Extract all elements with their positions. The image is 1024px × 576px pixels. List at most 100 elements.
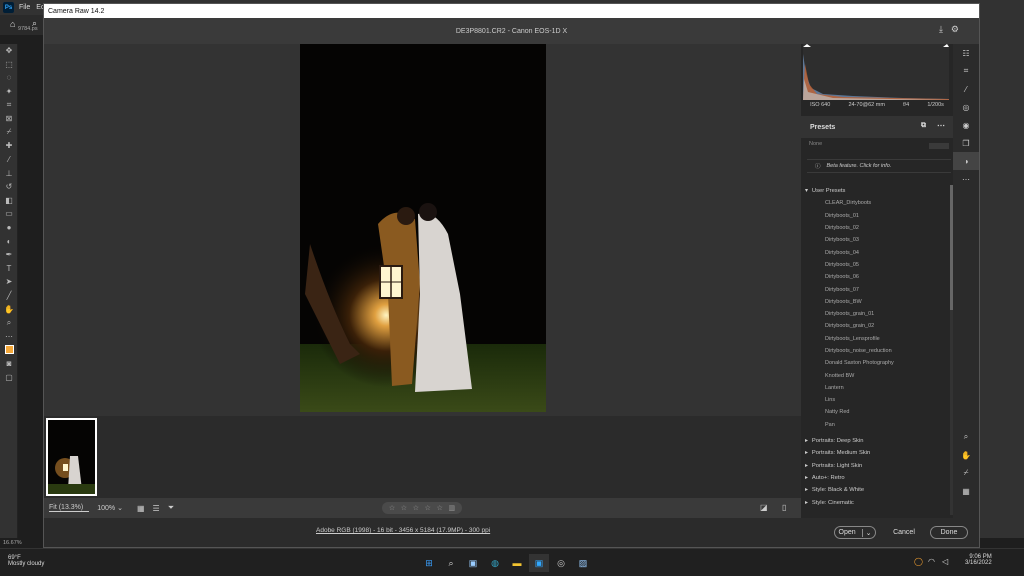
- preset-item[interactable]: Dirtyboots_04: [801, 246, 947, 258]
- cancel-button[interactable]: Cancel: [886, 526, 922, 539]
- preset-item[interactable]: Dirtyboots_Lensprofile: [801, 333, 947, 345]
- preset-item[interactable]: Natty Red: [801, 406, 947, 418]
- chevron-down-icon[interactable]: ⌄: [861, 528, 872, 537]
- color-sampler-icon[interactable]: ⌿: [953, 464, 979, 482]
- gradient-icon[interactable]: ▭: [0, 207, 18, 221]
- color-swatches[interactable]: [0, 343, 18, 357]
- star-rating[interactable]: ☆ ☆ ☆ ☆ ☆ ▥: [382, 502, 462, 514]
- masking-icon[interactable]: ◎: [953, 98, 979, 116]
- hand-icon[interactable]: ✋: [953, 446, 979, 464]
- preset-group[interactable]: ▸ Style: Cinematic: [801, 496, 947, 508]
- path-select-icon[interactable]: ➤: [0, 275, 18, 289]
- line-tool-icon[interactable]: ╱: [0, 289, 18, 303]
- weather-widget[interactable]: 69°F Mostly cloudy: [8, 555, 44, 567]
- amount-slider[interactable]: [929, 143, 949, 149]
- healing-brush-icon[interactable]: ✚: [0, 139, 18, 153]
- star-icon[interactable]: ☆: [425, 504, 431, 512]
- filmstrip-thumbnail[interactable]: [46, 418, 97, 496]
- healing-icon[interactable]: ⁄: [953, 80, 979, 98]
- preset-item[interactable]: Dirtyboots_BW: [801, 296, 947, 308]
- search-icon[interactable]: ⌕: [441, 554, 461, 572]
- lasso-tool-icon[interactable]: ◌: [0, 71, 18, 85]
- photoshop-taskbar-icon[interactable]: ▣: [529, 554, 549, 572]
- preset-item[interactable]: Donald Saxton Photography: [801, 357, 947, 369]
- eyedropper-icon[interactable]: ⌿: [0, 126, 18, 140]
- preset-item[interactable]: Dirtyboots_06: [801, 271, 947, 283]
- document-tab[interactable]: 9784.ps: [18, 26, 38, 32]
- network-icon[interactable]: ◠: [928, 557, 935, 566]
- presets-icon[interactable]: ◑: [953, 152, 979, 170]
- save-icon[interactable]: ⤓: [939, 24, 943, 35]
- zoom-select[interactable]: 100% ⌄: [97, 504, 123, 512]
- filter-icon[interactable]: ⏷: [168, 503, 174, 513]
- file-explorer-icon[interactable]: ▬: [507, 554, 527, 572]
- new-preset-icon[interactable]: ⧉: [921, 122, 926, 130]
- screen-mode-icon[interactable]: ▢: [0, 370, 18, 384]
- frame-tool-icon[interactable]: ⊠: [0, 112, 18, 126]
- eraser-icon[interactable]: ◧: [0, 194, 18, 208]
- photos-icon[interactable]: ▨: [573, 554, 593, 572]
- preset-item[interactable]: Pan: [801, 419, 947, 431]
- type-tool-icon[interactable]: T: [0, 262, 18, 276]
- photo-preview[interactable]: [300, 44, 546, 412]
- preset-item[interactable]: Dirtyboots_07: [801, 283, 947, 295]
- preset-item[interactable]: CLEAR_Dirtyboots: [801, 197, 947, 209]
- preset-item[interactable]: Dirtyboots_grain_02: [801, 320, 947, 332]
- open-button[interactable]: Open ⌄: [834, 526, 876, 539]
- clock[interactable]: 9:06 PM 3/16/2022: [965, 554, 992, 566]
- before-after-icon[interactable]: ◪: [760, 503, 768, 512]
- tray-icon[interactable]: ◯: [914, 557, 923, 566]
- blur-tool-icon[interactable]: ●: [0, 221, 18, 235]
- quick-mask-icon[interactable]: ◙: [0, 357, 18, 371]
- grid-overlay-icon[interactable]: ▦: [953, 482, 979, 500]
- preset-item[interactable]: Dirtyboots_noise_reduction: [801, 345, 947, 357]
- preset-item[interactable]: Dirtyboots_05: [801, 259, 947, 271]
- preset-group[interactable]: ▸ Auto+: Retro: [801, 472, 947, 484]
- stamp-tool-icon[interactable]: ⊥: [0, 166, 18, 180]
- preset-group[interactable]: ▸ Portraits: Light Skin: [801, 460, 947, 472]
- done-button[interactable]: Done: [930, 526, 968, 539]
- crop-tool-icon[interactable]: ⌗: [0, 98, 18, 112]
- zoom-icon[interactable]: ⌕: [953, 428, 979, 446]
- edge-icon[interactable]: ◍: [485, 554, 505, 572]
- home-icon[interactable]: ⌂: [10, 19, 15, 29]
- start-icon[interactable]: ⊞: [419, 554, 439, 572]
- histogram[interactable]: [803, 44, 949, 100]
- preset-group[interactable]: ▸ Portraits: Medium Skin: [801, 447, 947, 459]
- more-tools-icon[interactable]: ⋯: [0, 329, 18, 343]
- dodge-tool-icon[interactable]: ◐: [0, 234, 18, 248]
- volume-icon[interactable]: ◁: [942, 557, 948, 566]
- red-eye-icon[interactable]: ◉: [953, 116, 979, 134]
- magic-wand-icon[interactable]: ✦: [0, 85, 18, 99]
- more-icon[interactable]: ⋯: [953, 170, 979, 188]
- marquee-tool-icon[interactable]: ⬚: [0, 58, 18, 72]
- trash-icon[interactable]: ▥: [449, 504, 456, 512]
- preset-group[interactable]: ▸ Style: Black & White: [801, 484, 947, 496]
- preset-item[interactable]: Dirtyboots_02: [801, 222, 947, 234]
- app-icon[interactable]: ◎: [551, 554, 571, 572]
- preset-group-user[interactable]: ▾ User Presets: [801, 185, 947, 197]
- hand-tool-icon[interactable]: ✋: [0, 302, 18, 316]
- filmstrip-toggle-icon[interactable]: ▦: [137, 504, 145, 513]
- preset-item[interactable]: Dirtyboots_01: [801, 210, 947, 222]
- history-brush-icon[interactable]: ↺: [0, 180, 18, 194]
- star-icon[interactable]: ☆: [389, 504, 395, 512]
- preset-item[interactable]: Lantern: [801, 382, 947, 394]
- lightroom-icon[interactable]: ▣: [463, 554, 483, 572]
- edit-sliders-icon[interactable]: ☷: [953, 44, 979, 62]
- snapshots-icon[interactable]: ❐: [953, 134, 979, 152]
- crop-icon[interactable]: ⌗: [953, 62, 979, 80]
- fit-zoom-button[interactable]: Fit (13.3%): [49, 504, 90, 512]
- sort-icon[interactable]: ☰: [153, 504, 160, 513]
- preset-item[interactable]: Dirtyboots_grain_01: [801, 308, 947, 320]
- image-canvas[interactable]: [44, 44, 801, 416]
- preset-item[interactable]: Dirtyboots_03: [801, 234, 947, 246]
- star-icon[interactable]: ☆: [437, 504, 443, 512]
- menu-file[interactable]: File: [19, 4, 30, 11]
- beta-notice[interactable]: ⓘ Beta feature. Click for info.: [807, 159, 951, 173]
- pen-tool-icon[interactable]: ✒: [0, 248, 18, 262]
- preset-group[interactable]: ▸ Portraits: Deep Skin: [801, 435, 947, 447]
- preset-item[interactable]: Knotted BW: [801, 369, 947, 381]
- more-options-icon[interactable]: ⋯: [937, 121, 945, 130]
- brush-tool-icon[interactable]: ⁄: [0, 153, 18, 167]
